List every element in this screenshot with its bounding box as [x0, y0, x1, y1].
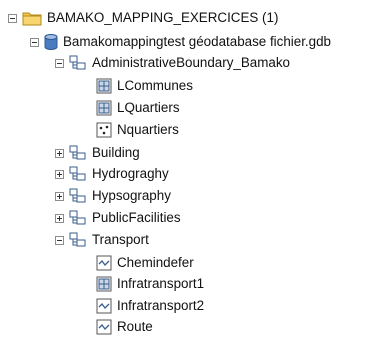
feature-dataset-icon — [69, 145, 86, 160]
tree-node-label: AdministrativeBoundary_Bamako — [92, 55, 290, 70]
tree-node-feature-class-lquartiers[interactable]: LQuartiers — [96, 98, 180, 118]
tree-node-dataset-hydrography[interactable]: Hydrograghy — [55, 164, 169, 184]
feature-dataset-icon — [69, 55, 86, 70]
tree-node-label: Bamakomappingtest géodatabase fichier.gd… — [63, 34, 331, 49]
catalog-tree: BAMAKO_MAPPING_EXERCICES (1) Bamakomappi… — [0, 0, 365, 335]
tree-node-feature-class-chemindefer[interactable]: Chemindefer — [96, 253, 194, 273]
expand-toggle[interactable] — [55, 148, 64, 158]
folder-icon — [22, 12, 42, 26]
tree-node-label: Transport — [92, 232, 149, 247]
expand-toggle[interactable] — [55, 213, 64, 223]
tree-node-feature-class-nquartiers[interactable]: Nquartiers — [96, 120, 179, 140]
collapse-toggle[interactable] — [55, 58, 64, 68]
feature-dataset-icon — [69, 210, 86, 225]
tree-node-label: Building — [92, 145, 140, 160]
tree-node-dataset-public-facilities[interactable]: PublicFacilities — [55, 208, 181, 228]
point-feature-class-icon — [96, 122, 112, 138]
tree-node-feature-class-infratransport2[interactable]: Infratransport2 — [96, 296, 204, 316]
collapse-toggle[interactable] — [8, 13, 17, 23]
tree-node-label: LQuartiers — [117, 100, 180, 115]
tree-node-label: PublicFacilities — [92, 210, 181, 225]
tree-node-label: Infratransport2 — [117, 298, 205, 313]
tree-node-label: Infratransport1 — [117, 276, 205, 291]
tree-node-root-folder[interactable]: BAMAKO_MAPPING_EXERCICES (1) — [8, 8, 278, 28]
tree-node-dataset-transport[interactable]: Transport — [55, 230, 149, 250]
expand-toggle[interactable] — [55, 191, 64, 201]
polygon-feature-class-icon — [96, 100, 112, 116]
collapse-toggle[interactable] — [30, 37, 39, 47]
database-icon — [44, 34, 58, 50]
line-feature-class-icon — [96, 298, 112, 314]
feature-dataset-icon — [69, 166, 86, 181]
tree-node-label: Chemindefer — [117, 255, 194, 270]
line-feature-class-icon — [96, 255, 112, 271]
line-feature-class-icon — [96, 319, 112, 335]
tree-node-feature-class-lcommunes[interactable]: LCommunes — [96, 76, 193, 96]
tree-node-dataset-building[interactable]: Building — [55, 143, 140, 163]
feature-dataset-icon — [69, 188, 86, 203]
tree-node-feature-class-infratransport1[interactable]: Infratransport1 — [96, 274, 204, 294]
tree-node-label: Hypsography — [92, 188, 171, 203]
polygon-feature-class-icon — [96, 276, 112, 292]
expand-toggle[interactable] — [55, 169, 64, 179]
tree-node-feature-class-route[interactable]: Route — [96, 317, 153, 337]
tree-node-dataset-administrative-boundary[interactable]: AdministrativeBoundary_Bamako — [55, 53, 290, 73]
tree-node-label: LCommunes — [117, 78, 193, 93]
tree-node-label: Route — [117, 319, 153, 334]
feature-dataset-icon — [69, 232, 86, 247]
tree-node-label: BAMAKO_MAPPING_EXERCICES (1) — [47, 10, 279, 25]
polygon-feature-class-icon — [96, 78, 112, 94]
tree-node-label: Hydrograghy — [92, 166, 169, 181]
tree-node-label: Nquartiers — [117, 122, 179, 137]
tree-node-dataset-hypsography[interactable]: Hypsography — [55, 186, 171, 206]
tree-node-geodatabase[interactable]: Bamakomappingtest géodatabase fichier.gd… — [30, 32, 331, 52]
collapse-toggle[interactable] — [55, 235, 64, 245]
